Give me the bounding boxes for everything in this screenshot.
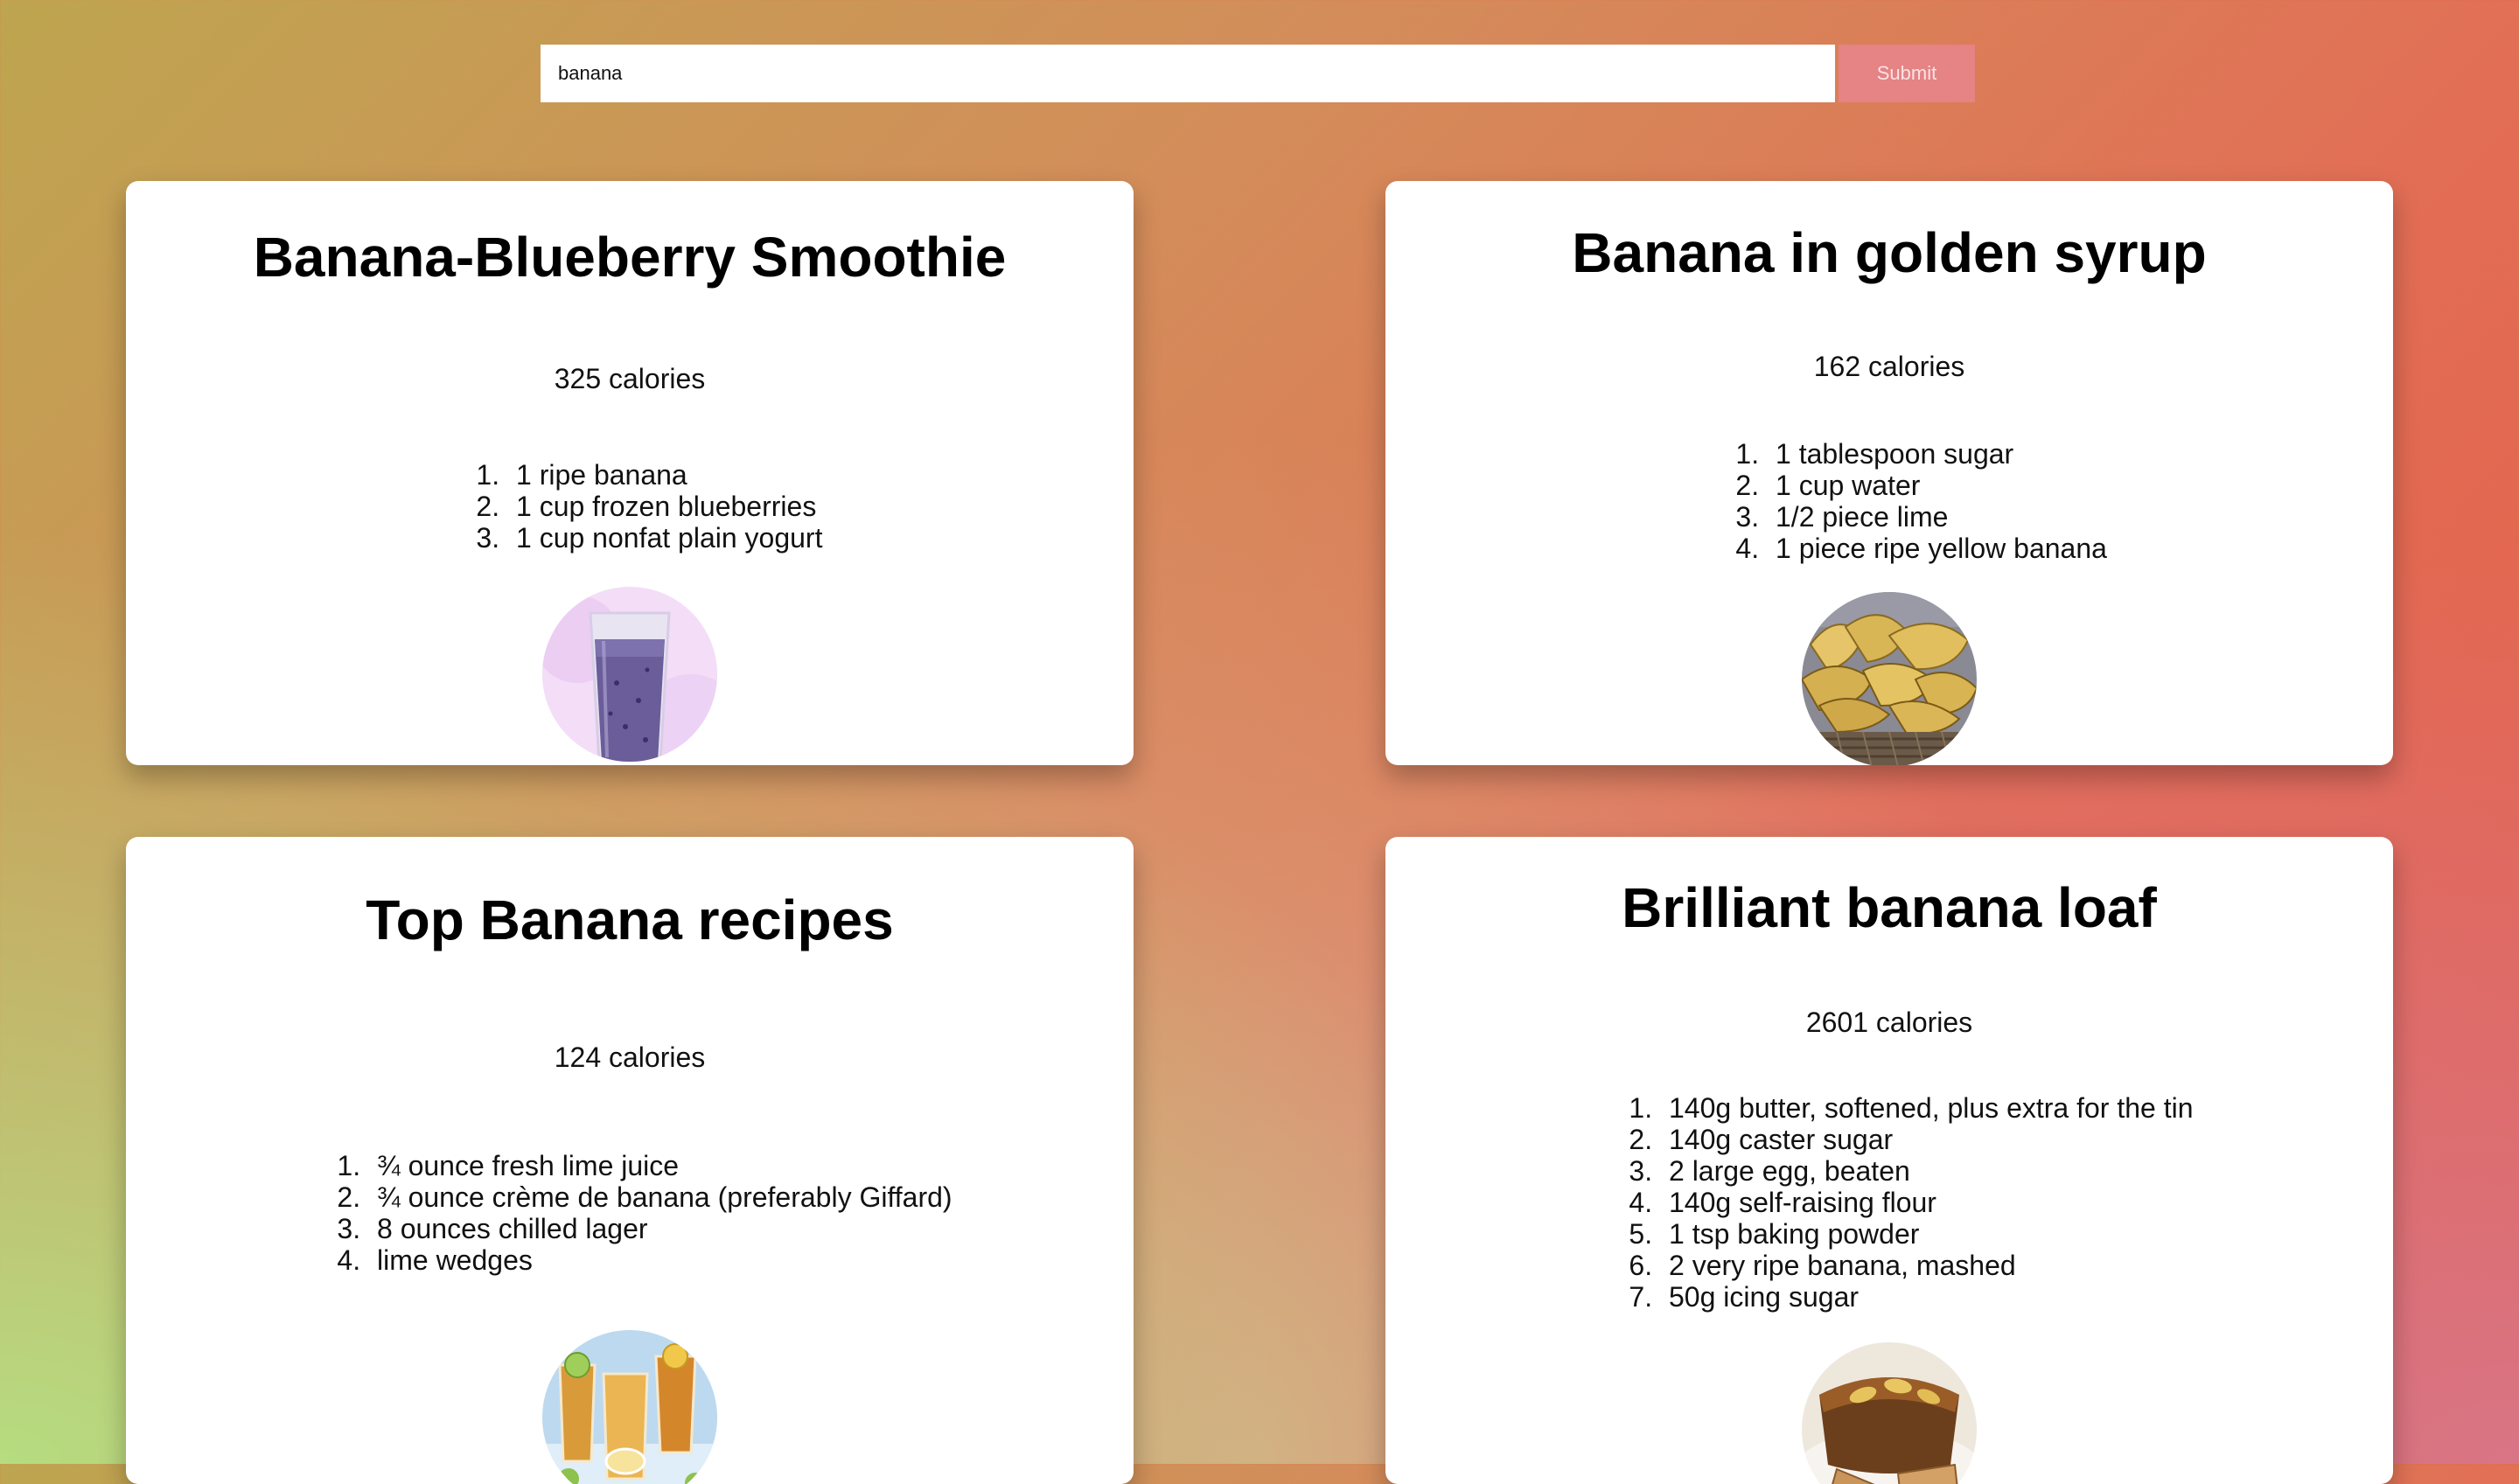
recipe-card: Banana in golden syrup 162 calories 1 ta…: [1385, 181, 2393, 765]
ingredient-item: 1/2 piece lime: [1767, 501, 2107, 533]
smoothie-photo-icon: [542, 587, 717, 762]
recipe-calories: 162 calories: [1813, 351, 1965, 382]
search-input[interactable]: [541, 45, 1835, 102]
banana-loaf-photo-icon: [1802, 1342, 1977, 1484]
recipe-calories: 2601 calories: [1805, 1007, 1973, 1038]
ingredient-item: 1 piece ripe yellow banana: [1767, 533, 2107, 564]
ingredient-item: 2 large egg, beaten: [1660, 1155, 2194, 1187]
recipe-card: Top Banana recipes 124 calories ¾ ounce …: [126, 837, 1134, 1484]
ingredient-item: 1 cup frozen blueberries: [507, 491, 822, 522]
recipe-title: Banana in golden syrup: [1572, 221, 2207, 284]
ingredient-list: 1 ripe banana 1 cup frozen blueberries 1…: [458, 459, 822, 554]
search-form: Submit: [541, 45, 1975, 102]
ingredient-list: 1 tablespoon sugar 1 cup water 1/2 piece…: [1718, 438, 2107, 564]
bananas-basket-photo-icon: [1802, 592, 1977, 765]
ingredient-item: 1 tsp baking powder: [1660, 1218, 2194, 1250]
ingredient-item: 1 cup nonfat plain yogurt: [507, 522, 822, 554]
recipe-calories: 325 calories: [554, 363, 706, 394]
ingredient-item: ¾ ounce fresh lime juice: [368, 1150, 952, 1181]
recipe-card: Banana-Blueberry Smoothie 325 calories 1…: [126, 181, 1134, 765]
recipe-title: Brilliant banana loaf: [1622, 876, 2157, 939]
ingredient-item: 1 cup water: [1767, 470, 2107, 501]
ingredient-list: 140g butter, softened, plus extra for th…: [1611, 1092, 2194, 1313]
recipe-card: Brilliant banana loaf 2601 calories 140g…: [1385, 837, 2393, 1484]
ingredient-item: 2 very ripe banana, mashed: [1660, 1250, 2194, 1281]
recipe-calories: 124 calories: [554, 1042, 706, 1073]
recipe-title: Top Banana recipes: [366, 888, 894, 951]
ingredient-item: lime wedges: [368, 1244, 952, 1276]
ingredient-item: 140g butter, softened, plus extra for th…: [1660, 1092, 2194, 1124]
ingredient-item: 140g caster sugar: [1660, 1124, 2194, 1155]
ingredient-item: 8 ounces chilled lager: [368, 1213, 952, 1244]
ingredient-list: ¾ ounce fresh lime juice ¾ ounce crème d…: [319, 1150, 952, 1276]
ingredient-item: 50g icing sugar: [1660, 1281, 2194, 1313]
cocktails-photo-icon: [542, 1330, 717, 1484]
recipe-title: Banana-Blueberry Smoothie: [253, 226, 1007, 289]
ingredient-item: 1 tablespoon sugar: [1767, 438, 2107, 470]
ingredient-item: ¾ ounce crème de banana (preferably Giff…: [368, 1181, 952, 1213]
submit-button[interactable]: Submit: [1839, 45, 1975, 102]
ingredient-item: 140g self-raising flour: [1660, 1187, 2194, 1218]
ingredient-item: 1 ripe banana: [507, 459, 822, 491]
